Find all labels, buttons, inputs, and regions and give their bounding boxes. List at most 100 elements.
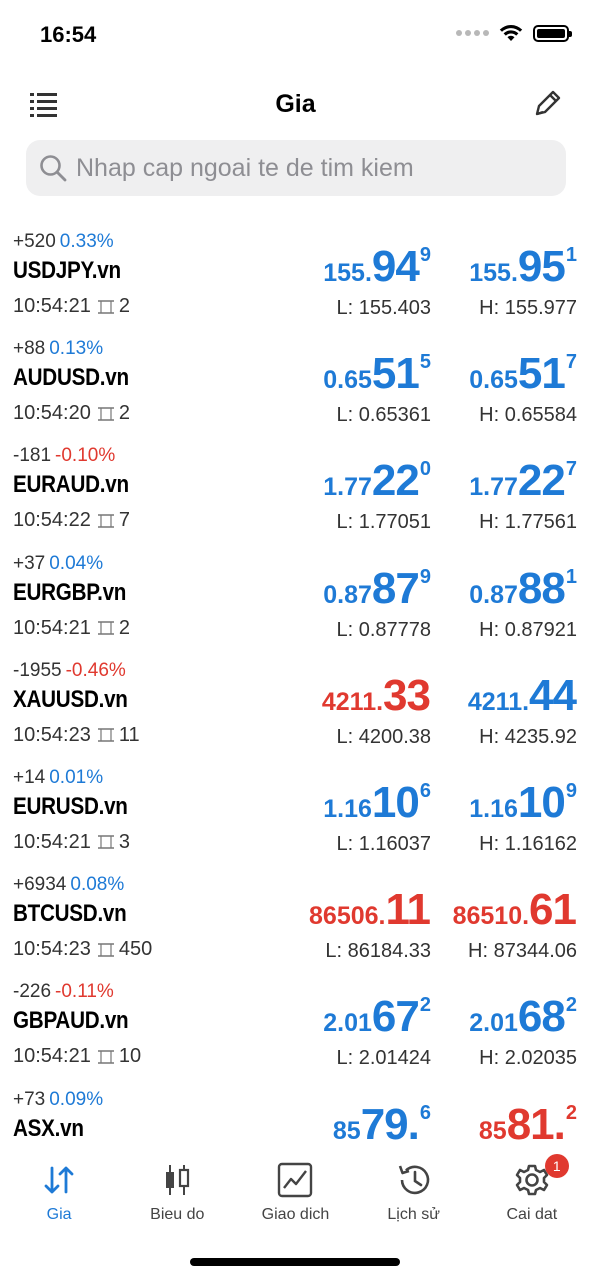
quote-row[interactable]: -181 -0.10% EURAUD.vn 10:54:22 7 1.77220 … [0,439,591,546]
quote-time: 10:54:21 [13,295,91,317]
bid-price-prefix: 1.77 [323,473,372,502]
spread-value: 7 [118,509,130,532]
ask-price-fraction: 1 [565,244,577,266]
ask-price-prefix: 2.01 [469,1009,518,1038]
quote-row[interactable]: -1955 -0.46% XAUUSD.vn 10:54:23 11 4211.3… [0,654,591,761]
ask-price[interactable]: 2.01682 [377,995,577,1039]
tab-cai-dat[interactable]: 1 Cai dat [473,1148,591,1238]
bid-price-prefix: 86506. [309,902,386,931]
quote-meta: 10:54:23 450 [13,938,152,961]
candlestick-icon [166,1165,190,1195]
bid-price-prefix: 1.16 [323,794,372,823]
quotes-list[interactable]: +520 0.33% USDJPY.vn 10:54:21 2 155.949 1… [0,225,591,1145]
ask-price-prefix: 86510. [452,902,530,931]
arrows-updown-icon [44,1166,74,1194]
high-price: H: 1.16162 [479,832,577,855]
spread-icon [97,1050,114,1064]
edit-pencil-icon[interactable] [531,86,565,120]
ask-price[interactable]: 155.951 [377,245,577,289]
ask-price[interactable]: 1.77227 [377,459,577,503]
change-percent: 0.01% [49,766,104,788]
spread-value: 2 [118,616,130,639]
quote-time: 10:54:21 [13,830,91,853]
quote-row[interactable]: +14 0.01% EURUSD.vn 10:54:21 3 1.16106 1.… [0,761,591,868]
notification-badge: 1 [544,1154,569,1178]
ask-price-fraction: 2 [565,1101,577,1124]
change-points: +88 [13,338,46,360]
ask-price-pips: 10 [517,777,566,827]
quote-change: -226 -0.11% [13,981,114,1003]
ask-price-fraction: 1 [565,565,577,588]
ask-price[interactable]: 4211.44 [377,673,577,718]
quote-change: +6934 0.08% [13,874,124,896]
high-price: H: 87344.06 [468,940,577,963]
ask-price[interactable]: 0.87881 [377,565,577,611]
ask-price-pips: 68 [517,992,566,1042]
high-price: H: 0.87921 [479,618,577,641]
search-icon [40,155,67,182]
ask-price[interactable]: 8581.2 [377,1101,577,1145]
quote-meta: 10:54:21 3 [13,831,130,854]
change-points: +14 [13,766,46,788]
search-input[interactable] [76,153,556,183]
change-percent: 0.33% [59,231,114,252]
tab-label: Bieu do [150,1206,205,1223]
quote-row[interactable]: +520 0.33% USDJPY.vn 10:54:21 2 155.949 1… [0,225,591,332]
quote-row[interactable]: +37 0.04% EURGBP.vn 10:54:21 2 0.87879 0.… [0,547,591,654]
spread-icon [97,299,114,314]
tab-bar: Gia Bieu do Giao dich Lịch sử 1 Cai dat [0,1148,591,1238]
tab-label: Cai dat [506,1206,558,1223]
symbol-name: BTCUSD.vn [13,900,127,928]
home-indicator [190,1258,400,1266]
ask-price[interactable]: 0.65517 [377,352,577,396]
ask-price-prefix: 1.77 [469,473,518,502]
change-points: +520 [13,231,56,252]
quote-row[interactable]: -226 -0.11% GBPAUD.vn 10:54:21 10 2.01672… [0,975,591,1082]
ask-price-pips: 61 [529,885,577,935]
spread-icon [97,728,114,743]
spread-value: 3 [118,830,130,853]
change-percent: 0.04% [49,552,104,574]
ask-price[interactable]: 1.16109 [377,777,577,827]
tab-label: Giao dich [261,1206,330,1223]
symbol-name: GBPAUD.vn [13,1007,129,1035]
bid-price-prefix: 4211. [321,687,384,716]
cellular-signal-icon [456,30,489,36]
search-bar[interactable] [26,140,566,196]
ask-price-fraction: 2 [565,994,577,1017]
quote-row[interactable]: +73 0.09% ASX.vn 8579.6 8581.2 [0,1083,591,1146]
change-percent: -0.10% [55,445,116,467]
change-percent: 0.13% [49,338,104,360]
quote-time: 10:54:23 [13,723,91,746]
change-points: -1955 [13,659,62,681]
tab-lich-su[interactable]: Lịch sử [355,1148,473,1238]
tab-bieu-do[interactable]: Bieu do [118,1148,236,1238]
wifi-icon [499,25,523,41]
symbol-name: ASX.vn [13,1114,84,1142]
change-points: +37 [13,552,46,574]
quote-time: 10:54:22 [13,509,91,532]
quote-meta: 10:54:21 2 [13,617,130,640]
quote-change: +73 0.09% [13,1089,103,1111]
status-icons [456,24,572,42]
trade-chart-icon [278,1162,313,1198]
quote-meta: 10:54:21 2 [13,295,130,318]
ask-price[interactable]: 86510.61 [377,888,577,932]
high-price: H: 4235.92 [479,725,577,748]
tab-gia[interactable]: Gia [0,1148,118,1238]
quote-row[interactable]: +88 0.13% AUDUSD.vn 10:54:20 2 0.65515 0.… [0,332,591,439]
high-price: H: 1.77561 [479,511,577,534]
page-title: Gia [275,90,316,118]
quote-time: 10:54:21 [13,1045,91,1068]
ask-price-prefix: 85 [478,1116,507,1145]
quote-change: -181 -0.10% [13,445,115,467]
spread-icon [97,621,114,635]
quote-meta: 10:54:20 2 [13,402,130,425]
ask-price-prefix: 155. [469,259,518,287]
quote-time: 10:54:20 [13,402,91,425]
high-price: H: 155.977 [479,297,577,319]
symbol-name: EURGBP.vn [13,578,127,606]
quote-meta: 10:54:23 11 [13,724,140,747]
quote-row[interactable]: +6934 0.08% BTCUSD.vn 10:54:23 450 86506.… [0,868,591,975]
tab-giao-dich[interactable]: Giao dich [236,1148,354,1238]
